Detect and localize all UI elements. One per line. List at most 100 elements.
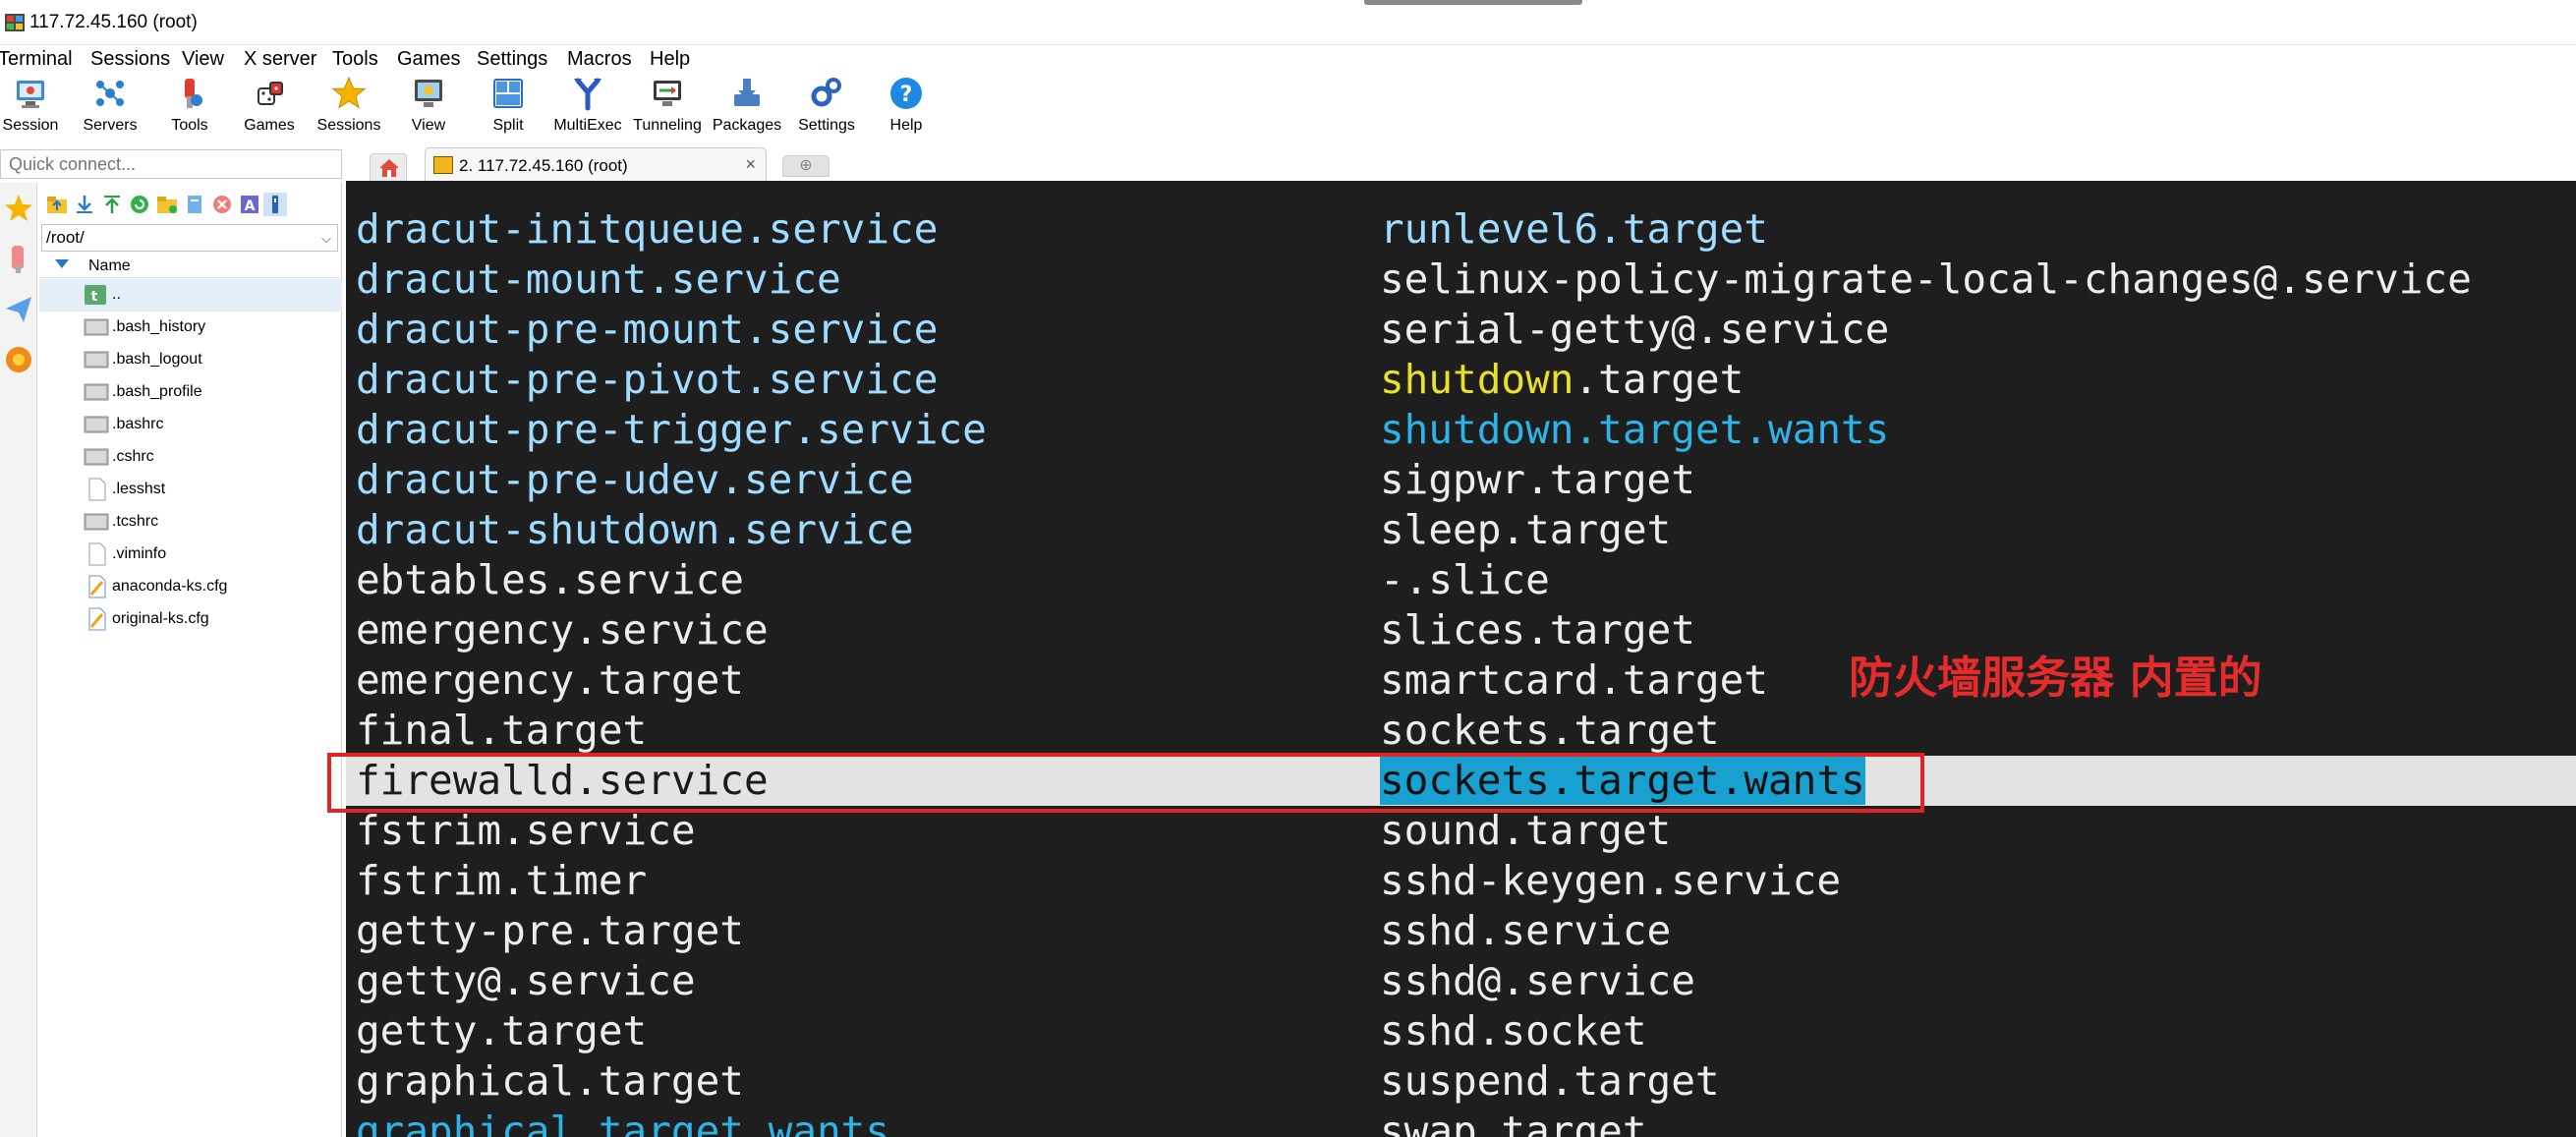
file-row[interactable]: .cshrc bbox=[39, 441, 342, 474]
packages-label: Packages bbox=[712, 117, 782, 134]
file-row[interactable]: .bash_profile bbox=[39, 376, 342, 409]
file-row[interactable]: .lesshst bbox=[39, 474, 342, 506]
menu-games[interactable]: Games bbox=[397, 48, 460, 71]
terminal-entry: getty@.service bbox=[356, 957, 696, 1004]
servers-icon bbox=[96, 81, 124, 106]
file-row[interactable]: .bashrc bbox=[39, 409, 342, 441]
menu-bar: Terminal Sessions View X server Tools Ga… bbox=[0, 45, 2576, 73]
folder-up-icon[interactable] bbox=[45, 193, 69, 216]
download-icon[interactable] bbox=[73, 193, 96, 216]
terminal-entry: graphical.target bbox=[356, 1057, 744, 1105]
split-button[interactable]: Split bbox=[469, 75, 547, 142]
title-drag-handle[interactable] bbox=[1364, 0, 1582, 5]
terminal-entry: sleep.target bbox=[1380, 506, 1672, 553]
file-row[interactable]: .bash_logout bbox=[39, 344, 342, 376]
menu-x-server[interactable]: X server bbox=[244, 48, 316, 71]
tools-label: Tools bbox=[171, 117, 208, 134]
terminal-entry: dracut-mount.service bbox=[356, 256, 841, 303]
terminal-entry: selinux-policy-migrate-local-changes@.se… bbox=[1380, 256, 2472, 303]
upload-icon[interactable] bbox=[100, 193, 124, 216]
menu-sessions[interactable]: Sessions bbox=[90, 48, 170, 71]
packages-button[interactable]: Packages bbox=[708, 75, 786, 142]
file-row[interactable]: t .. bbox=[39, 279, 342, 312]
svg-text:?: ? bbox=[900, 83, 913, 107]
svg-text:t: t bbox=[91, 289, 98, 305]
file-row[interactable]: .tcshrc bbox=[39, 506, 342, 539]
settings-label: Settings bbox=[798, 117, 855, 134]
file-row[interactable]: original-ks.cfg bbox=[39, 603, 342, 636]
session-tab-active[interactable]: 2. 117.72.45.160 (root) × bbox=[425, 147, 767, 181]
config-file-icon bbox=[88, 575, 106, 598]
servers-button[interactable]: Servers bbox=[71, 75, 149, 142]
terminal-entry: shutdown.target.wants bbox=[1380, 406, 1890, 453]
tunneling-label: Tunneling bbox=[633, 117, 702, 134]
file-name: .bash_logout bbox=[112, 351, 202, 368]
menu-view[interactable]: View bbox=[182, 48, 224, 71]
settings-button[interactable]: Settings bbox=[787, 75, 866, 142]
rename-icon[interactable]: A bbox=[238, 193, 261, 216]
games-label: Games bbox=[244, 117, 295, 134]
view-button[interactable]: View bbox=[389, 75, 468, 142]
menu-help[interactable]: Help bbox=[650, 48, 690, 71]
file-row[interactable]: .bash_history bbox=[39, 312, 342, 344]
terminal-line: dracut-pre-mount.service serial-getty@.se… bbox=[346, 305, 2576, 355]
multiexec-label: MultiExec bbox=[553, 117, 622, 134]
sessions-button[interactable]: Sessions bbox=[310, 75, 388, 142]
tunneling-button[interactable]: Tunneling bbox=[628, 75, 707, 142]
refresh-icon[interactable] bbox=[128, 193, 151, 216]
terminal-entry: serial-getty@.service bbox=[1380, 306, 1890, 353]
file-name: .bashrc bbox=[112, 416, 164, 432]
help-button[interactable]: ? Help bbox=[867, 75, 945, 142]
session-tab-label: 2. 117.72.45.160 (root) bbox=[459, 156, 628, 175]
servers-label: Servers bbox=[83, 117, 138, 134]
split-label: Split bbox=[492, 117, 524, 134]
multiexec-icon bbox=[574, 78, 601, 111]
close-icon[interactable]: × bbox=[745, 154, 756, 175]
file-icon bbox=[84, 513, 109, 531]
terminal-line: dracut-pre-udev.service sigpwr.target bbox=[346, 455, 2576, 505]
tools-tab-icon[interactable] bbox=[2, 238, 35, 277]
terminal-line: dracut-mount.service selinux-policy-migra… bbox=[346, 255, 2576, 305]
menu-macros[interactable]: Macros bbox=[567, 48, 632, 71]
menu-tools[interactable]: Tools bbox=[332, 48, 378, 71]
file-name: .. bbox=[112, 286, 121, 303]
help-label: Help bbox=[889, 117, 923, 134]
document-icon bbox=[88, 478, 106, 501]
name-column-label: Name bbox=[88, 257, 131, 274]
terminal-entry: getty.target bbox=[356, 1007, 648, 1054]
terminal-entry: sockets.target bbox=[1380, 707, 1720, 754]
new-tab-button[interactable]: ⊕ bbox=[782, 155, 830, 177]
menu-settings[interactable]: Settings bbox=[477, 48, 547, 71]
menu-terminal[interactable]: Terminal bbox=[0, 48, 73, 71]
session-button[interactable]: Session bbox=[0, 75, 70, 142]
remote-path-select[interactable]: /root/ ⌵ bbox=[41, 224, 338, 252]
terminal-line: dracut-initqueue.service runlevel6.target bbox=[346, 204, 2576, 255]
file-row[interactable]: anaconda-ks.cfg bbox=[39, 571, 342, 603]
terminal-entry: dracut-pre-mount.service bbox=[356, 306, 939, 353]
file-icon bbox=[84, 351, 109, 369]
sessions-star-tab-icon[interactable] bbox=[2, 189, 35, 228]
home-icon bbox=[379, 159, 399, 177]
tools-button[interactable]: Tools bbox=[150, 75, 229, 142]
macros-tab-icon[interactable] bbox=[2, 340, 35, 379]
terminal-line: dracut-shutdown.service sleep.target bbox=[346, 505, 2576, 555]
terminal-entry: dracut-pre-pivot.service bbox=[356, 356, 939, 403]
name-column-header[interactable]: Name bbox=[39, 255, 342, 278]
window-title: 117.72.45.160 (root) bbox=[29, 12, 198, 32]
terminal-entry: suspend.target bbox=[1380, 1057, 1720, 1105]
quick-connect-input[interactable] bbox=[0, 149, 342, 179]
new-file-icon[interactable] bbox=[183, 193, 206, 216]
terminal-entry: fstrim.service bbox=[356, 807, 696, 854]
follow-terminal-icon[interactable] bbox=[263, 193, 287, 216]
file-row[interactable]: .viminfo bbox=[39, 539, 342, 571]
multiexec-button[interactable]: MultiExec bbox=[548, 75, 627, 142]
new-folder-icon[interactable] bbox=[155, 193, 179, 216]
terminal-entry: sound.target bbox=[1380, 807, 1672, 854]
games-button[interactable]: Games bbox=[230, 75, 309, 142]
send-paper-plane-tab-icon[interactable] bbox=[2, 289, 35, 328]
delete-icon[interactable] bbox=[210, 193, 234, 216]
terminal-entry: emergency.target bbox=[356, 656, 744, 704]
terminal-entry: slices.target bbox=[1380, 606, 1695, 654]
terminal-line: graphical.target suspend.target bbox=[346, 1056, 2576, 1107]
home-tab[interactable] bbox=[370, 153, 407, 181]
